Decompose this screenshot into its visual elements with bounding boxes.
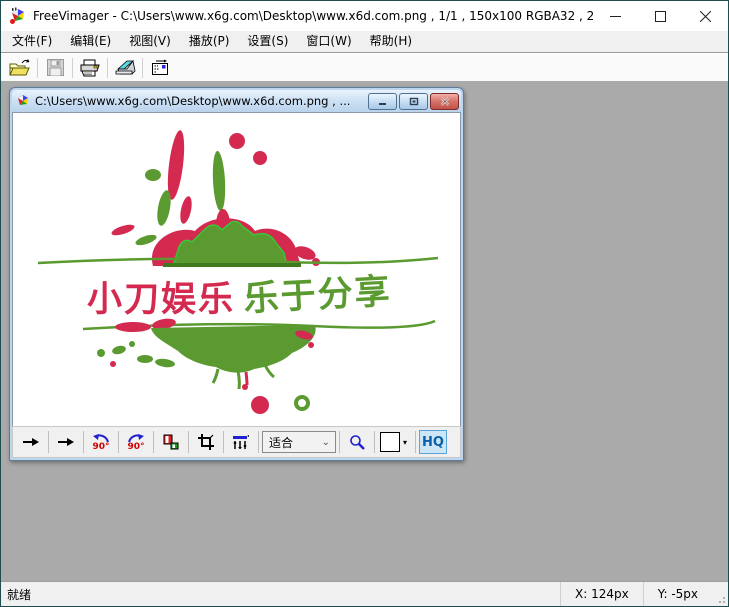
caption-red: 小刀娱乐 [87,280,235,320]
maximize-icon [655,11,666,22]
resize-grip-icon [712,582,728,606]
mdi-client-area: C:\Users\www.x6g.com\Desktop\www.x6d.com… [1,81,728,583]
save-button[interactable] [41,56,69,80]
image-window-icon [16,94,30,108]
window-controls [593,1,728,31]
toolbar-separator [374,431,375,453]
toolbar-separator [107,58,108,78]
zoom-mode-value: 适合 [269,434,293,451]
crop-icon [198,434,214,450]
toolbar-separator [258,431,259,453]
chevron-down-icon: ⌄ [322,437,330,448]
child-restore-icon [409,97,419,106]
menu-play[interactable]: 播放(P) [180,31,239,52]
menu-window[interactable]: 窗口(W) [297,31,360,52]
toolbar-separator [153,431,154,453]
next-image-button[interactable] [52,429,80,455]
toolbar-separator [223,431,224,453]
image-window-titlebar[interactable]: C:\Users\www.x6g.com\Desktop\www.x6d.com… [12,90,461,112]
color-depth-button[interactable] [157,429,185,455]
image-window[interactable]: C:\Users\www.x6g.com\Desktop\www.x6d.com… [9,87,464,461]
splash-image: 小刀娱乐 乐于分享 [13,113,460,425]
rotate-right-button[interactable]: 90° [122,429,150,455]
menu-edit[interactable]: 编辑(E) [61,31,120,52]
child-close-icon [440,97,450,106]
close-icon [700,11,711,22]
menu-view[interactable]: 视图(V) [120,31,180,52]
next-icon [58,436,74,448]
batch-icon [150,59,170,76]
levels-button[interactable] [227,429,255,455]
rotate-left-label: 90° [92,443,109,451]
prev-image-button[interactable] [17,429,45,455]
menu-settings[interactable]: 设置(S) [238,31,297,52]
toolbar-separator [37,58,38,78]
toolbar-separator [142,58,143,78]
menu-bar: 文件(F) 编辑(E) 视图(V) 播放(P) 设置(S) 窗口(W) 帮助(H… [1,31,728,53]
hq-toggle-button[interactable]: HQ [419,430,447,454]
toolbar-separator [188,431,189,453]
scan-icon [115,59,136,76]
menu-help[interactable]: 帮助(H) [361,31,421,52]
child-restore-button[interactable] [399,93,428,110]
freevimager-window: FreeVimager - C:\Users\www.x6g.com\Deskt… [0,0,729,607]
status-text: 就绪 [1,586,560,603]
toolbar-separator [415,431,416,453]
scan-button[interactable] [111,56,139,80]
child-minimize-button[interactable] [368,93,397,110]
cursor-y-cell: Y: -5px [643,582,712,606]
background-color-button[interactable]: ▾ [378,429,412,455]
zoom-mode-select[interactable]: 适合 ⌄ [262,431,336,453]
rotate-right-label: 90° [127,443,144,451]
cursor-x-value: X: 124px [575,587,629,601]
magnifier-button[interactable] [343,429,371,455]
status-bar: 就绪 X: 124px Y: -5px [1,581,728,606]
window-title: FreeVimager - C:\Users\www.x6g.com\Deskt… [33,9,593,23]
crop-button[interactable] [192,429,220,455]
child-close-button[interactable] [430,93,459,110]
print-icon [80,59,100,77]
levels-icon [232,435,250,450]
open-icon [9,59,31,77]
resize-grip[interactable] [712,582,728,606]
maximize-button[interactable] [638,1,683,31]
rotate-left-button[interactable]: 90° [87,429,115,455]
swatch-dropdown-arrow[interactable]: ▾ [400,432,410,452]
app-logo-icon [9,7,27,25]
cursor-y-value: Y: -5px [658,587,698,601]
menu-file[interactable]: 文件(F) [3,31,61,52]
open-button[interactable] [6,56,34,80]
image-canvas[interactable]: 小刀娱乐 乐于分享 [12,112,461,426]
main-toolbar [1,54,728,81]
toolbar-separator [72,58,73,78]
close-button[interactable] [683,1,728,31]
caption-green: 乐于分享 [243,272,393,320]
toolbar-separator [339,431,340,453]
title-bar: FreeVimager - C:\Users\www.x6g.com\Deskt… [1,1,728,31]
image-window-title: C:\Users\www.x6g.com\Desktop\www.x6d.com… [35,94,366,108]
toolbar-separator [48,431,49,453]
minimize-icon [610,11,621,22]
minimize-button[interactable] [593,1,638,31]
toolbar-separator [83,431,84,453]
save-icon [47,59,64,76]
child-minimize-icon [378,97,387,106]
background-swatch [380,432,400,452]
cursor-x-cell: X: 124px [560,582,643,606]
image-toolbar: 90° 90° [12,426,461,458]
toolbar-separator [118,431,119,453]
print-button[interactable] [76,56,104,80]
magnifier-icon [349,434,365,450]
batch-button[interactable] [146,56,174,80]
color-depth-icon [163,434,179,450]
prev-icon [23,436,39,448]
